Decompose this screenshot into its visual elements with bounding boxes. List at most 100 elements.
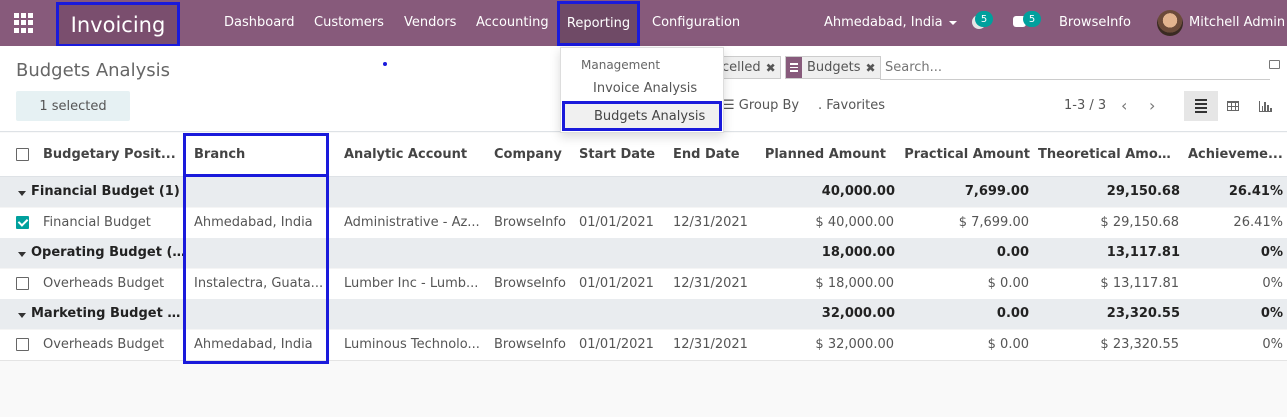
group-planned: 32,000.00 <box>821 306 895 321</box>
menu-customers[interactable]: Customers <box>314 15 384 30</box>
annotation-dot <box>383 62 387 66</box>
facet-cancelled: celled ✖ <box>718 56 781 79</box>
company-name: Ahmedabad, India <box>824 15 943 30</box>
menu-vendors[interactable]: Vendors <box>404 15 456 30</box>
user-avatar[interactable] <box>1157 10 1183 36</box>
menu-invoice-analysis[interactable]: Invoice Analysis <box>593 81 697 96</box>
company-switcher[interactable]: Ahmedabad, India <box>824 15 957 30</box>
cell-start-date: 01/01/2021 <box>579 215 654 230</box>
select-all-checkbox[interactable] <box>16 148 29 161</box>
caret-down-icon <box>18 191 26 196</box>
cell-achievement: 26.41% <box>1233 215 1283 230</box>
cell-position: Overheads Budget <box>43 276 165 291</box>
row-checkbox[interactable] <box>16 216 29 229</box>
cell-start-date: 01/01/2021 <box>579 337 654 352</box>
row-checkbox[interactable] <box>16 338 29 351</box>
caret-down-icon <box>18 313 26 318</box>
cell-position: Financial Budget <box>43 215 151 230</box>
dropdown-section-header: Management <box>581 58 661 72</box>
menu-reporting[interactable]: Reporting <box>557 1 640 46</box>
cell-account: Administrative - Az... <box>344 215 480 230</box>
group-practical: 0.00 <box>996 245 1029 260</box>
cell-end-date: 12/31/2021 <box>673 276 748 291</box>
caret-down-icon <box>948 20 957 25</box>
cell-practical: $ 0.00 <box>987 337 1029 352</box>
row-checkbox[interactable] <box>16 277 29 290</box>
group-theoretical: 29,150.68 <box>1106 184 1180 199</box>
branch-column-highlight <box>183 133 329 364</box>
column-planned-amount[interactable]: Planned Amount <box>760 147 886 162</box>
remove-facet-icon[interactable]: ✖ <box>866 61 876 75</box>
caret-down-icon <box>18 252 26 257</box>
reporting-dropdown: Management Invoice Analysis Budgets Anal… <box>560 47 724 133</box>
menu-budgets-analysis[interactable]: Budgets Analysis <box>562 101 722 131</box>
group-label: Marketing Budget (1) <box>31 306 186 321</box>
group-achievement: 0% <box>1260 306 1283 321</box>
column-achievement[interactable]: Achieveme... <box>1188 147 1283 162</box>
search-options-icon[interactable] <box>1269 60 1280 69</box>
cell-account: Lumber Inc - Lumb... <box>344 276 479 291</box>
cell-company: BrowseInfo <box>494 215 566 230</box>
group-theoretical: 23,320.55 <box>1106 306 1180 321</box>
cell-practical: $ 7,699.00 <box>958 215 1029 230</box>
column-theoretical-amount[interactable]: Theoretical Amou... <box>1038 147 1178 162</box>
group-by-icon: ☰ <box>723 98 739 113</box>
group-planned: 18,000.00 <box>821 245 895 260</box>
search-input[interactable] <box>880 56 1270 80</box>
group-label: Financial Budget (1) <box>31 184 180 199</box>
selected-count: 1 selected <box>16 91 130 121</box>
favorites-label: Favorites <box>826 98 885 113</box>
cell-theoretical: $ 29,150.68 <box>1100 215 1179 230</box>
menu-configuration[interactable]: Configuration <box>652 15 740 30</box>
graph-view-button[interactable] <box>1248 91 1282 121</box>
pager-next-icon[interactable]: › <box>1149 96 1155 115</box>
message-count-badge: 5 <box>1023 11 1041 27</box>
facet-budgets-label: Budgets <box>807 60 861 75</box>
facet-cancelled-label: celled <box>722 60 761 75</box>
cell-achievement: 0% <box>1262 276 1283 291</box>
remove-facet-icon[interactable]: ✖ <box>766 61 776 75</box>
pager-previous-icon[interactable]: ‹ <box>1121 96 1127 115</box>
cell-achievement: 0% <box>1262 337 1283 352</box>
graph-view-icon <box>1258 100 1272 112</box>
cell-planned: $ 18,000.00 <box>815 276 894 291</box>
browseinfo-link[interactable]: BrowseInfo <box>1059 15 1131 30</box>
group-achievement: 0% <box>1260 245 1283 260</box>
pager-value[interactable]: 1-3 / 3 <box>1064 98 1106 113</box>
cell-planned: $ 32,000.00 <box>815 337 894 352</box>
column-budgetary-position[interactable]: Budgetary Posit... <box>43 147 178 162</box>
favorites-button[interactable]: . Favorites <box>818 98 885 113</box>
cell-company: BrowseInfo <box>494 337 566 352</box>
group-practical: 0.00 <box>996 306 1029 321</box>
menu-accounting[interactable]: Accounting <box>476 15 549 30</box>
branch-header-highlight-separator <box>183 174 329 177</box>
filter-list-icon <box>786 57 802 78</box>
column-company[interactable]: Company <box>494 147 574 162</box>
column-end-date[interactable]: End Date <box>673 147 758 162</box>
app-title[interactable]: Invoicing <box>56 2 180 47</box>
apps-menu-icon[interactable] <box>14 13 34 33</box>
top-navbar: Invoicing Dashboard Customers Vendors Ac… <box>0 0 1287 47</box>
column-analytic-account[interactable]: Analytic Account <box>344 147 484 162</box>
user-menu[interactable]: Mitchell Admin <box>1189 15 1285 30</box>
cell-position: Overheads Budget <box>43 337 165 352</box>
cell-planned: $ 40,000.00 <box>815 215 894 230</box>
column-start-date[interactable]: Start Date <box>579 147 664 162</box>
page-title: Budgets Analysis <box>16 60 171 81</box>
group-by-button[interactable]: ☰ Group By <box>723 98 799 113</box>
menu-dashboard[interactable]: Dashboard <box>224 15 295 30</box>
pivot-view-button[interactable] <box>1216 91 1250 121</box>
group-planned: 40,000.00 <box>821 184 895 199</box>
cell-account: Luminous Technolo... <box>344 337 480 352</box>
group-practical: 7,699.00 <box>964 184 1029 199</box>
list-view-button[interactable] <box>1184 91 1218 121</box>
activity-count-badge: 5 <box>975 11 993 27</box>
cell-theoretical: $ 23,320.55 <box>1100 337 1179 352</box>
group-theoretical: 13,117.81 <box>1106 245 1180 260</box>
list-view-icon <box>1195 99 1207 113</box>
column-practical-amount[interactable]: Practical Amount <box>900 147 1030 162</box>
group-by-label: Group By <box>738 98 800 113</box>
facet-budgets: Budgets ✖ <box>785 56 881 79</box>
pivot-view-icon <box>1227 101 1239 111</box>
group-achievement: 26.41% <box>1228 184 1283 199</box>
